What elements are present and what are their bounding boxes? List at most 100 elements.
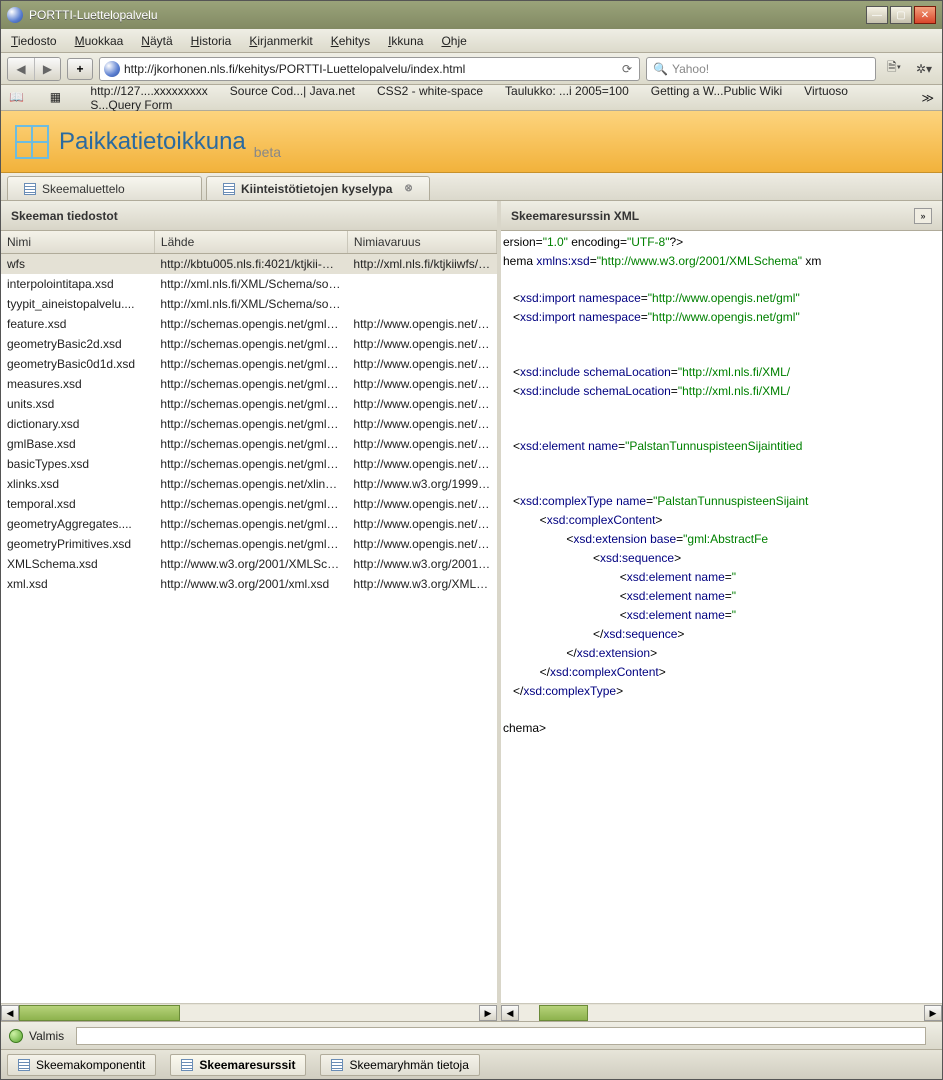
table-cell: http://www.opengis.net/gml bbox=[347, 414, 496, 434]
bottom-tab[interactable]: Skeemaresurssit bbox=[170, 1054, 306, 1076]
bookmarks-overflow[interactable]: ≫ bbox=[921, 91, 934, 105]
reload-icon[interactable]: ⟳ bbox=[619, 62, 635, 76]
table-cell: http://schemas.opengis.net/gml/3.1.... bbox=[154, 334, 347, 354]
table-row[interactable]: measures.xsdhttp://schemas.opengis.net/g… bbox=[1, 374, 497, 394]
menu-tiedosto[interactable]: Tiedosto bbox=[11, 34, 57, 48]
left-pane: Skeeman tiedostot NimiLähdeNimiavaruus w… bbox=[1, 201, 501, 1021]
bottom-tabstrip: Skeemakomponentit Skeemaresurssit Skeemary… bbox=[1, 1049, 942, 1079]
menu-historia[interactable]: Historia bbox=[191, 34, 232, 48]
table-cell: http://www.opengis.net/gml bbox=[347, 354, 496, 374]
table-cell: http://schemas.opengis.net/gml/3.1.... bbox=[154, 414, 347, 434]
left-pane-title: Skeeman tiedostot bbox=[11, 209, 118, 223]
table-row[interactable]: xml.xsdhttp://www.w3.org/2001/xml.xsdhtt… bbox=[1, 574, 497, 594]
table-cell: measures.xsd bbox=[1, 374, 154, 394]
table-row[interactable]: tyypit_aineistopalvelu....http://xml.nls… bbox=[1, 294, 497, 314]
right-hscroll[interactable]: ◀ ▶ bbox=[501, 1003, 942, 1021]
tab-close-icon[interactable]: ⊗ bbox=[404, 183, 412, 194]
table-cell: basicTypes.xsd bbox=[1, 454, 154, 474]
table-row[interactable]: temporal.xsdhttp://schemas.opengis.net/g… bbox=[1, 494, 497, 514]
menu-kehitys[interactable]: Kehitys bbox=[331, 34, 370, 48]
scroll-right-arrow[interactable]: ▶ bbox=[479, 1005, 497, 1021]
bookmark-item[interactable]: Source Cod...| Java.net bbox=[230, 84, 355, 98]
table-cell: http://www.opengis.net/gml bbox=[347, 374, 496, 394]
search-placeholder: Yahoo! bbox=[672, 62, 709, 76]
table-cell: geometryBasic0d1d.xsd bbox=[1, 354, 154, 374]
menu-näytä[interactable]: Näytä bbox=[141, 34, 172, 48]
table-cell: tyypit_aineistopalvelu.... bbox=[1, 294, 154, 314]
table-row[interactable]: wfshttp://kbtu005.nls.fi:4021/ktjkii-wfs… bbox=[1, 254, 497, 275]
scroll-left-arrow[interactable]: ◀ bbox=[501, 1005, 519, 1021]
back-button[interactable]: ◀ bbox=[8, 58, 34, 80]
table-row[interactable]: gmlBase.xsdhttp://schemas.opengis.net/gm… bbox=[1, 434, 497, 454]
table-row[interactable]: basicTypes.xsdhttp://schemas.opengis.net… bbox=[1, 454, 497, 474]
scroll-right-arrow[interactable]: ▶ bbox=[924, 1005, 942, 1021]
table-cell: http://www.opengis.net/gml bbox=[347, 314, 496, 334]
table-cell: http://www.opengis.net/gml bbox=[347, 394, 496, 414]
xml-viewer[interactable]: ersion="1.0" encoding="UTF-8"?> hema xml… bbox=[501, 231, 942, 1003]
table-cell: http://www.opengis.net/gml bbox=[347, 454, 496, 474]
menu-muokkaa[interactable]: Muokkaa bbox=[75, 34, 124, 48]
maximize-button[interactable]: ▢ bbox=[890, 6, 912, 24]
table-cell: http://www.w3.org/2001/XMLSch... bbox=[347, 554, 496, 574]
grid-icon[interactable]: ▦ bbox=[50, 90, 69, 106]
app-tab[interactable]: Skeemaluettelo bbox=[7, 176, 202, 200]
bookmark-item[interactable]: CSS2 - white-space bbox=[377, 84, 483, 98]
minimize-button[interactable]: — bbox=[866, 6, 888, 24]
right-pane: Skeemaresurssin XML » ersion="1.0" encod… bbox=[501, 201, 942, 1021]
bookmark-item[interactable]: Taulukko: ...i 2005=100 bbox=[505, 84, 629, 98]
table-row[interactable]: xlinks.xsdhttp://schemas.opengis.net/xli… bbox=[1, 474, 497, 494]
status-ok-icon bbox=[9, 1029, 23, 1043]
tab-label: Skeemaresurssit bbox=[199, 1058, 295, 1072]
column-header[interactable]: Nimiavaruus bbox=[347, 231, 496, 254]
left-pane-header: Skeeman tiedostot bbox=[1, 201, 497, 231]
forward-button[interactable]: ▶ bbox=[34, 58, 60, 80]
new-tab-button[interactable]: + bbox=[67, 58, 93, 80]
reader-icon[interactable]: 📖 bbox=[9, 90, 28, 106]
table-cell: XMLSchema.xsd bbox=[1, 554, 154, 574]
scroll-left-arrow[interactable]: ◀ bbox=[1, 1005, 19, 1021]
menu-kirjanmerkit[interactable]: Kirjanmerkit bbox=[249, 34, 312, 48]
table-cell: geometryBasic2d.xsd bbox=[1, 334, 154, 354]
table-row[interactable]: geometryBasic0d1d.xsdhttp://schemas.open… bbox=[1, 354, 497, 374]
table-cell: temporal.xsd bbox=[1, 494, 154, 514]
table-cell: http://www.opengis.net/gml bbox=[347, 514, 496, 534]
app-tab[interactable]: Kiinteistötietojen kyselypa⊗ bbox=[206, 176, 430, 200]
bottom-tab[interactable]: Skeemakomponentit bbox=[7, 1054, 156, 1076]
browser-window: PORTTI-Luettelopalvelu — ▢ ✕ Tiedosto Muo… bbox=[0, 0, 943, 1080]
column-header[interactable]: Lähde bbox=[154, 231, 347, 254]
navigation-toolbar: ◀ ▶ + http://jkorhonen.nls.fi/kehitys/PO… bbox=[1, 53, 942, 85]
left-hscroll[interactable]: ◀ ▶ bbox=[1, 1003, 497, 1021]
table-row[interactable]: feature.xsdhttp://schemas.opengis.net/gm… bbox=[1, 314, 497, 334]
table-row[interactable]: interpolointitapa.xsdhttp://xml.nls.fi/X… bbox=[1, 274, 497, 294]
menu-ikkuna[interactable]: Ikkuna bbox=[388, 34, 423, 48]
main-content: Skeeman tiedostot NimiLähdeNimiavaruus w… bbox=[1, 201, 942, 1021]
page-menu-button[interactable]: 🗎▾ bbox=[882, 58, 906, 80]
table-row[interactable]: geometryBasic2d.xsdhttp://schemas.opengi… bbox=[1, 334, 497, 354]
table-row[interactable]: geometryAggregates....http://schemas.ope… bbox=[1, 514, 497, 534]
menu-ohje[interactable]: Ohje bbox=[441, 34, 466, 48]
search-icon: 🔍 bbox=[653, 62, 668, 76]
window-titlebar: PORTTI-Luettelopalvelu — ▢ ✕ bbox=[1, 1, 942, 29]
collapse-button[interactable]: » bbox=[914, 208, 932, 224]
table-cell: geometryPrimitives.xsd bbox=[1, 534, 154, 554]
tab-label: Skeemakomponentit bbox=[36, 1058, 145, 1072]
table-cell: http://xml.nls.fi/ktjkiiwfs/2010/02 bbox=[347, 254, 496, 275]
right-pane-header: Skeemaresurssin XML » bbox=[501, 201, 942, 231]
url-bar[interactable]: http://jkorhonen.nls.fi/kehitys/PORTTI-L… bbox=[99, 57, 640, 81]
bookmark-item[interactable]: http://127....xxxxxxxxx bbox=[90, 84, 207, 98]
settings-button[interactable]: ✲▾ bbox=[912, 58, 936, 80]
bookmark-item[interactable]: Getting a W...Public Wiki bbox=[651, 84, 782, 98]
close-button[interactable]: ✕ bbox=[914, 6, 936, 24]
menu-bar: Tiedosto Muokkaa Näytä Historia Kirjanmerkit… bbox=[1, 29, 942, 53]
table-cell: http://schemas.opengis.net/gml/3.1.... bbox=[154, 394, 347, 414]
table-row[interactable]: XMLSchema.xsd http://www.w3.org/2001/XMLS… bbox=[1, 554, 497, 574]
table-cell: xlinks.xsd bbox=[1, 474, 154, 494]
table-row[interactable]: units.xsdhttp://schemas.opengis.net/gml/… bbox=[1, 394, 497, 414]
search-bar[interactable]: 🔍 Yahoo! bbox=[646, 57, 876, 81]
table-row[interactable]: geometryPrimitives.xsdhttp://schemas.ope… bbox=[1, 534, 497, 554]
bottom-tab[interactable]: Skeemaryhmän tietoja bbox=[320, 1054, 479, 1076]
window-title: PORTTI-Luettelopalvelu bbox=[29, 8, 866, 22]
table-row[interactable]: dictionary.xsdhttp://schemas.opengis.net… bbox=[1, 414, 497, 434]
column-header[interactable]: Nimi bbox=[1, 231, 154, 254]
table-cell: http://www.opengis.net/gml bbox=[347, 534, 496, 554]
